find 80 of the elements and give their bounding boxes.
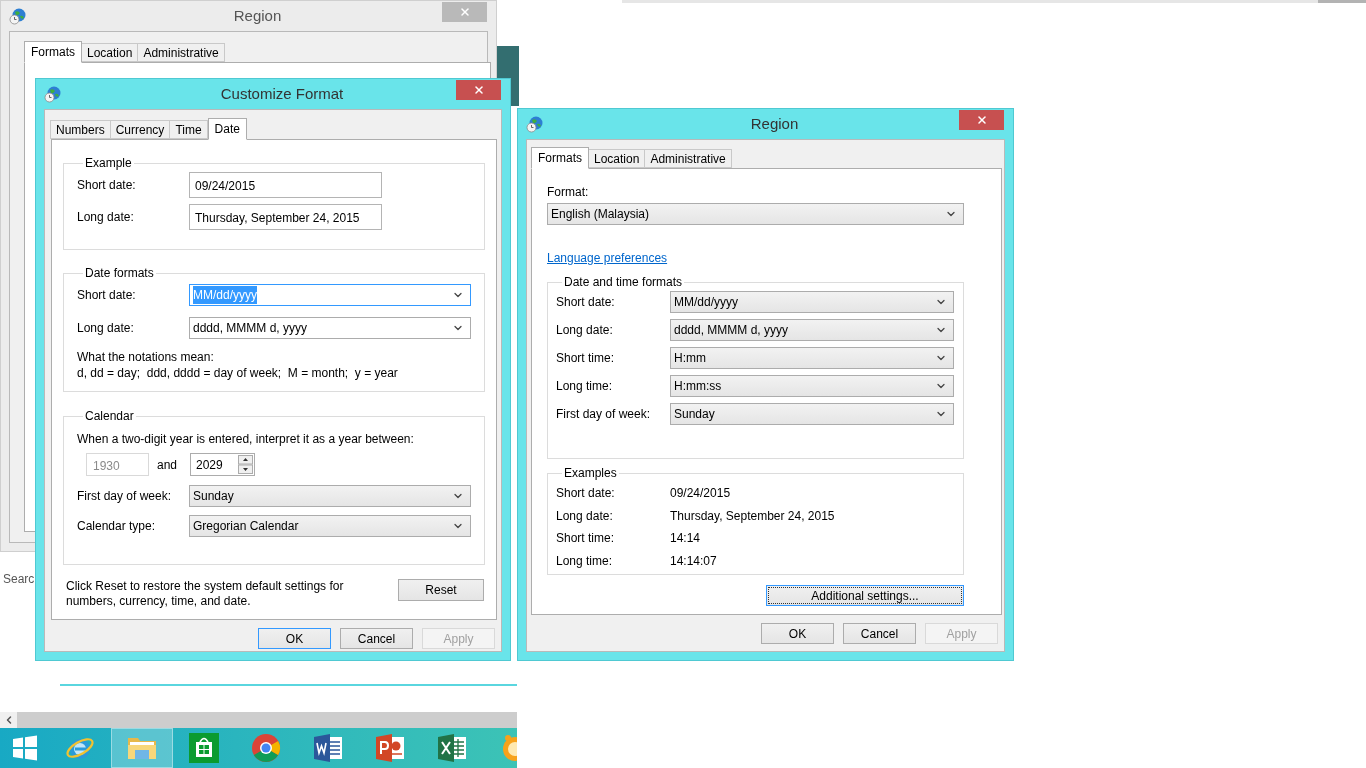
group-title: Calendar bbox=[84, 408, 135, 425]
notation-note: What the notations mean: bbox=[77, 349, 215, 365]
example-field: Thursday, September 24, 2015 bbox=[189, 204, 382, 230]
horizontal-scrollbar[interactable] bbox=[0, 712, 517, 728]
dropdown[interactable]: H:mm:ss bbox=[670, 375, 954, 397]
dropdown[interactable]: English (Malaysia) bbox=[547, 203, 964, 225]
field-label: Calendar type: bbox=[77, 518, 157, 535]
dialog-button[interactable]: Cancel bbox=[843, 623, 916, 644]
tab[interactable]: Location bbox=[81, 43, 139, 62]
close-button[interactable] bbox=[456, 80, 501, 100]
tab[interactable]: Administrative bbox=[644, 149, 732, 168]
tab[interactable]: Formats bbox=[24, 41, 82, 63]
close-button[interactable] bbox=[442, 2, 487, 22]
shopping-bag-icon bbox=[189, 733, 219, 763]
field-label: Short date: bbox=[77, 287, 137, 304]
reset-button[interactable]: Reset bbox=[398, 579, 484, 601]
year-spinner[interactable]: 2029 bbox=[190, 453, 255, 476]
calendar-prompt: When a two-digit year is entered, interpret it as a year between: bbox=[77, 431, 415, 448]
globe-icon bbox=[44, 85, 62, 103]
example-value: 14:14:07 bbox=[670, 552, 717, 570]
globe-icon bbox=[9, 7, 27, 25]
window-title: Customize Format bbox=[220, 83, 344, 104]
tab[interactable]: Date bbox=[207, 118, 247, 140]
additional-settings-button[interactable]: Additional settings... bbox=[766, 585, 964, 606]
field-label: Long date: bbox=[77, 320, 135, 337]
tab[interactable]: Numbers bbox=[50, 120, 111, 139]
tab[interactable]: Time bbox=[169, 120, 208, 139]
tab[interactable]: Administrative bbox=[137, 43, 225, 62]
language-preferences-link[interactable]: Language preferences bbox=[547, 249, 668, 267]
spreadsheet-icon bbox=[437, 733, 467, 763]
example-field: 09/24/2015 bbox=[189, 172, 382, 198]
example-value: 09/24/2015 bbox=[670, 485, 731, 503]
group-title: Date and time formats bbox=[563, 274, 684, 291]
field-label: First day of week: bbox=[77, 488, 173, 505]
example-value: Thursday, September 24, 2015 bbox=[670, 507, 835, 525]
globe-icon bbox=[526, 115, 544, 133]
field-label: Short date: bbox=[556, 485, 616, 503]
tab[interactable]: Currency bbox=[109, 120, 171, 139]
dropdown[interactable]: Gregorian Calendar bbox=[189, 515, 471, 537]
group-title: Examples bbox=[563, 465, 618, 482]
notation-note: d, dd = day; ddd, dddd = day of week; M = month; y = year bbox=[77, 365, 399, 381]
field-label: Short date: bbox=[556, 294, 616, 311]
field-label: Long date: bbox=[77, 209, 135, 226]
document-icon bbox=[313, 733, 343, 763]
tab[interactable]: Location bbox=[588, 149, 646, 168]
close-icon bbox=[975, 114, 988, 126]
dialog-button[interactable]: Cancel bbox=[340, 628, 413, 649]
field-label: Short time: bbox=[556, 530, 616, 548]
field-label: First day of week: bbox=[556, 406, 652, 423]
dialog-button[interactable]: OK bbox=[761, 623, 834, 644]
circle-logo-icon bbox=[251, 733, 281, 763]
field-label: Format: bbox=[547, 184, 590, 201]
field-label: Long date: bbox=[556, 322, 614, 339]
field-label: Long date: bbox=[556, 507, 614, 525]
field-label: Long time: bbox=[556, 552, 614, 570]
group-title: Example bbox=[84, 155, 133, 172]
field-label: Long time: bbox=[556, 378, 614, 395]
dropdown[interactable]: Sunday bbox=[189, 485, 471, 507]
close-button[interactable] bbox=[959, 110, 1004, 130]
window-title: Region bbox=[750, 113, 799, 134]
close-icon bbox=[458, 6, 471, 18]
dropdown[interactable]: H:mm bbox=[670, 347, 954, 369]
field-label: Short time: bbox=[556, 350, 616, 367]
range-label: and bbox=[157, 456, 179, 474]
slides-icon bbox=[375, 733, 405, 763]
field-label: Short date: bbox=[77, 177, 137, 194]
reset-note: Click Reset to restore the system default settings for numbers, currency, time, and date. bbox=[65, 579, 345, 609]
dialog-button[interactable]: OK bbox=[258, 628, 331, 649]
close-icon bbox=[472, 84, 485, 96]
window-title: Region bbox=[233, 5, 282, 26]
tab[interactable]: Formats bbox=[531, 147, 589, 169]
partial-label: Searc bbox=[3, 571, 35, 588]
example-value: 14:14 bbox=[670, 530, 701, 548]
dropdown[interactable]: Sunday bbox=[670, 403, 954, 425]
spin-arrows-icon bbox=[238, 455, 253, 474]
dropdown[interactable]: MM/dd/yyyy bbox=[670, 291, 954, 313]
dropdown[interactable]: dddd, MMMM d, yyyy bbox=[189, 317, 471, 339]
group-title: Date formats bbox=[84, 265, 155, 282]
dropdown[interactable]: dddd, MMMM d, yyyy bbox=[670, 319, 954, 341]
windows-icon bbox=[11, 735, 38, 761]
